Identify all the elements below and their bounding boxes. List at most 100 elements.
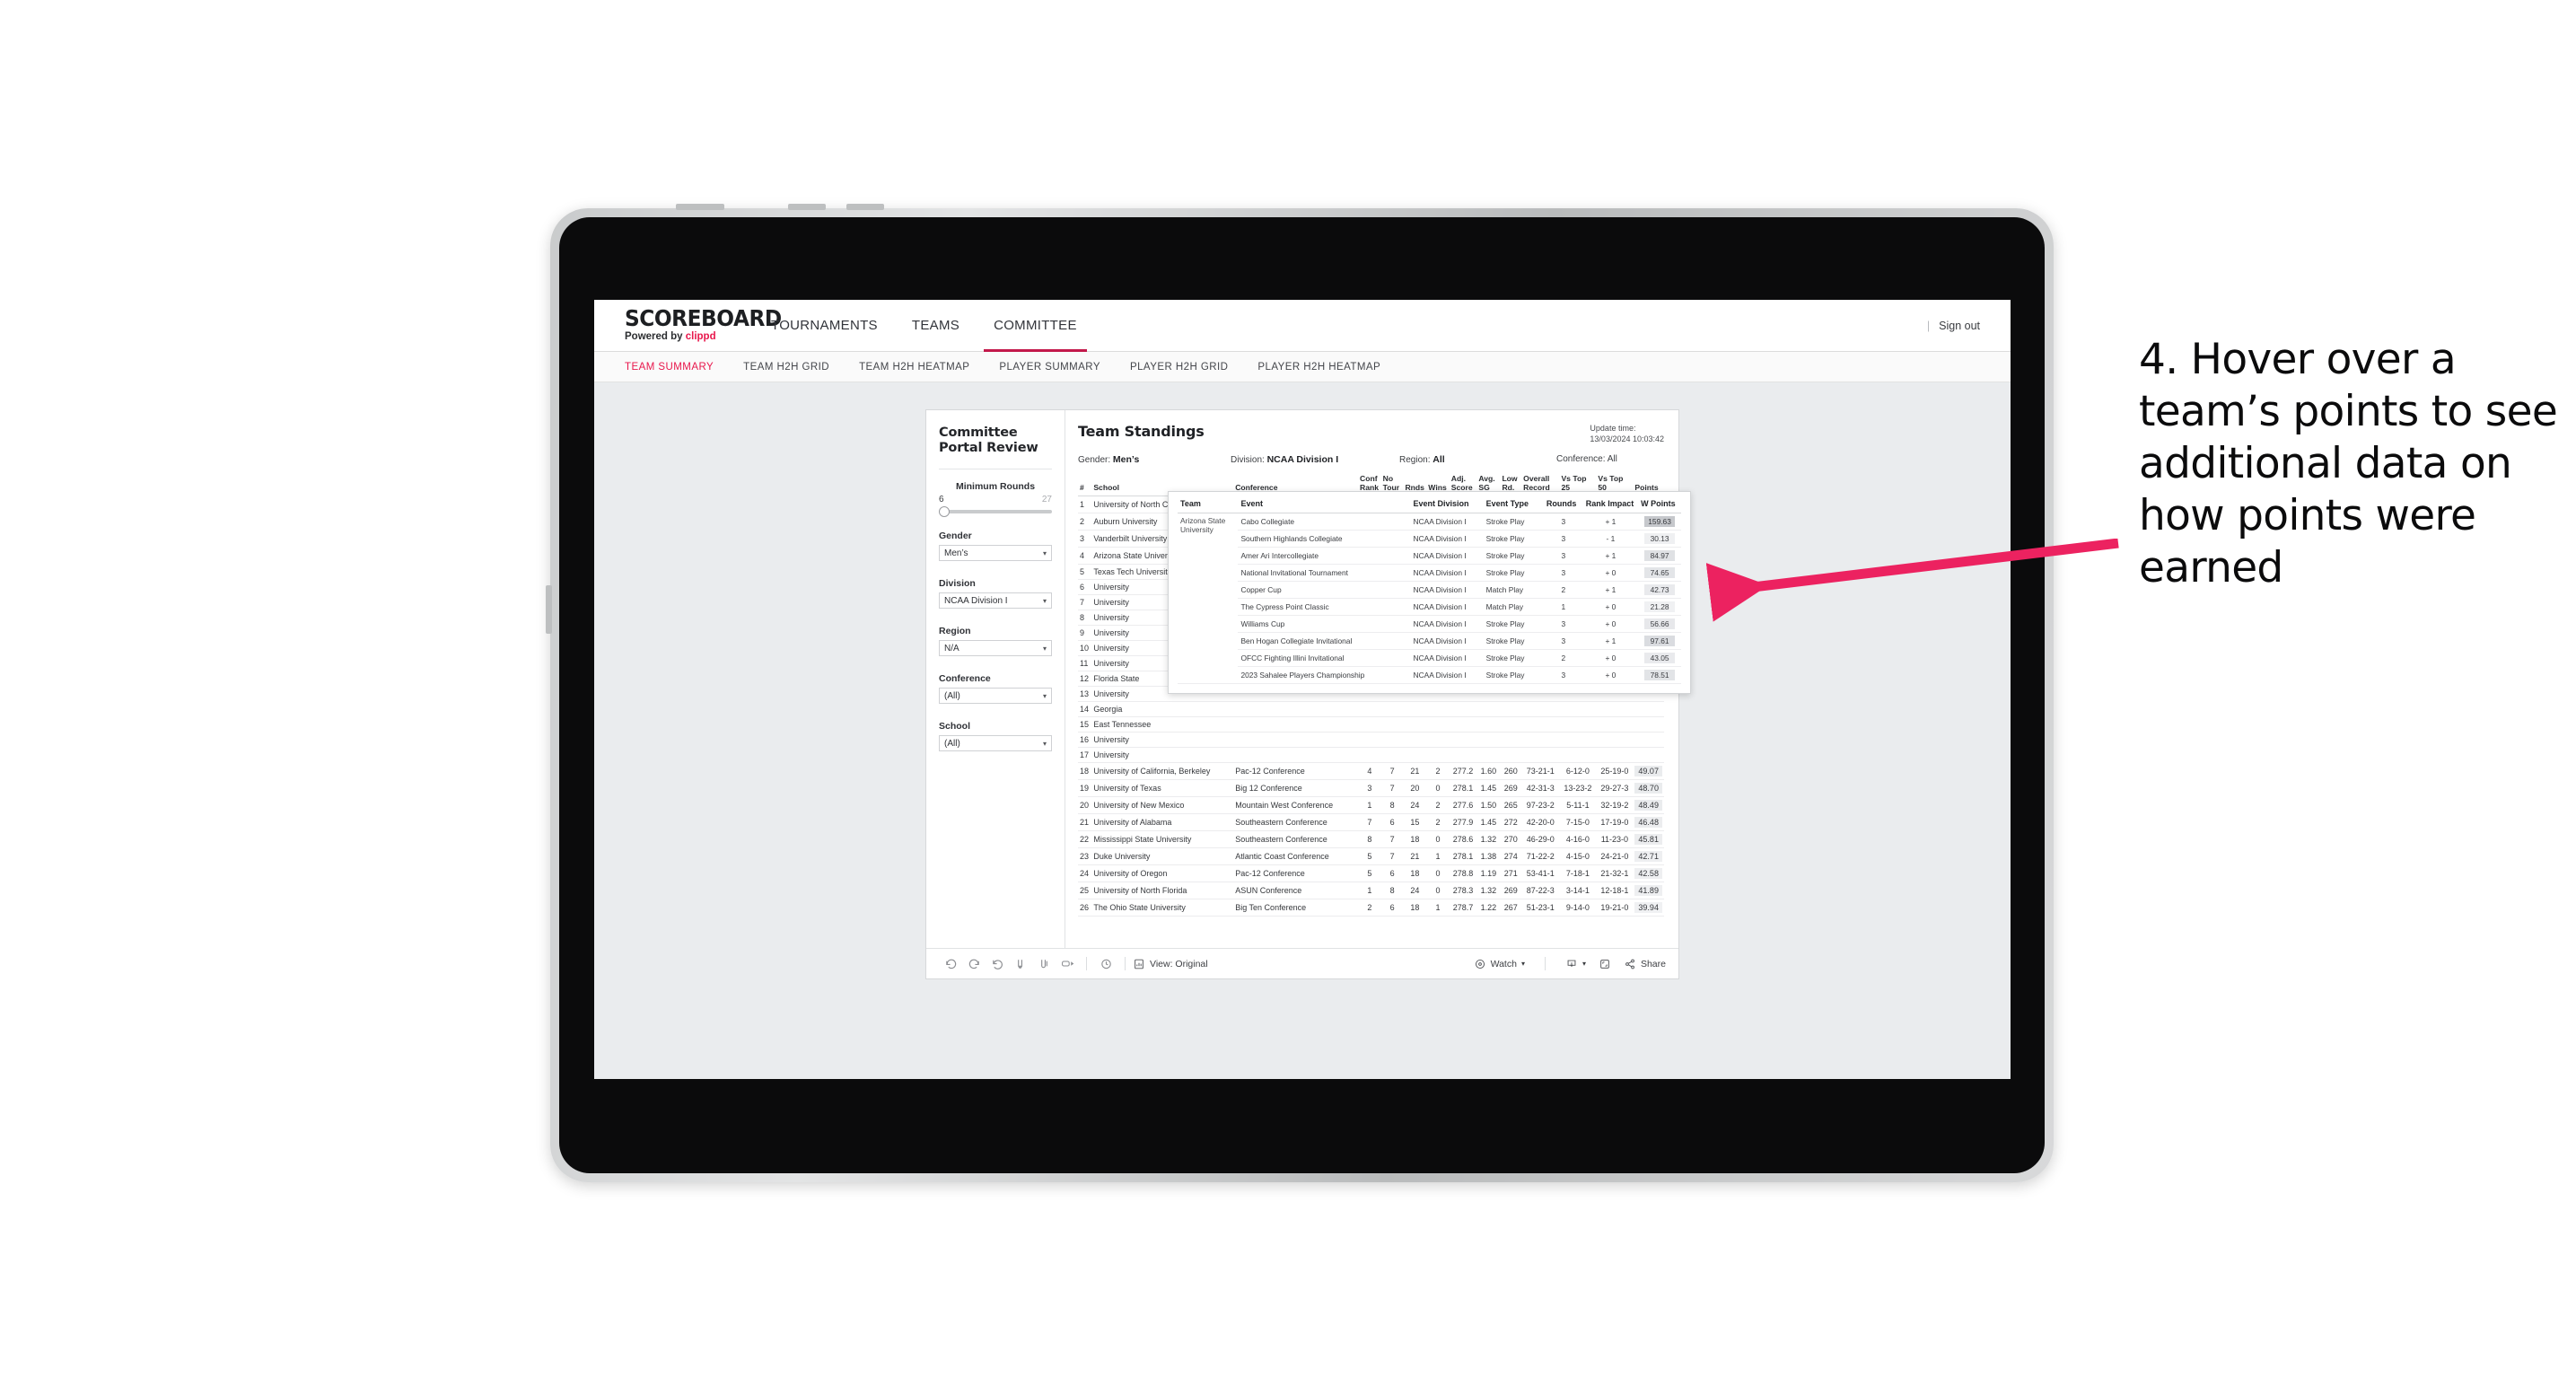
cell-t50 bbox=[1596, 716, 1634, 732]
cell-notour: 6 bbox=[1380, 864, 1404, 882]
brand-logo[interactable]: SCOREBOARD Powered by clippd bbox=[594, 300, 782, 351]
points-value[interactable]: 48.70 bbox=[1634, 783, 1662, 794]
points-value[interactable]: 48.49 bbox=[1634, 800, 1662, 811]
tooltip-wpoints-value: 56.66 bbox=[1644, 618, 1676, 629]
tooltip-cell-rounds: 3 bbox=[1543, 513, 1583, 531]
points-value[interactable]: 49.07 bbox=[1634, 766, 1662, 776]
cell-pts[interactable] bbox=[1633, 716, 1664, 732]
table-row[interactable]: 23 Duke University Atlantic Coast Conferen… bbox=[1078, 847, 1664, 865]
tooltip-row: Ben Hogan Collegiate Invitational NCAA Di… bbox=[1178, 632, 1681, 650]
cell-pts[interactable]: 42.58 bbox=[1633, 864, 1664, 882]
cell-conf bbox=[1233, 701, 1359, 717]
cell-rec: 46-29-0 bbox=[1521, 830, 1560, 848]
power-button[interactable] bbox=[676, 204, 724, 210]
undo-icon[interactable] bbox=[939, 957, 962, 970]
points-value[interactable]: 39.94 bbox=[1634, 902, 1662, 913]
subtab-team-h2h-heatmap[interactable]: TEAM H2H HEATMAP bbox=[859, 362, 969, 373]
top-navigation-bar: SCOREBOARD Powered by clippd TOURNAMENTS… bbox=[594, 300, 2011, 352]
subtab-team-h2h-grid[interactable]: TEAM H2H GRID bbox=[743, 362, 829, 373]
pause-updates-icon[interactable] bbox=[1032, 957, 1056, 970]
side-button[interactable] bbox=[546, 585, 552, 634]
cell-pts[interactable]: 48.70 bbox=[1633, 779, 1664, 797]
highlight-icon[interactable] bbox=[1056, 957, 1079, 970]
sidebar-title-line2: Portal Review bbox=[939, 441, 1038, 455]
subtab-player-h2h-heatmap[interactable]: PLAYER H2H HEATMAP bbox=[1257, 362, 1380, 373]
table-row[interactable]: 26 The Ohio State University Big Ten Confe… bbox=[1078, 899, 1664, 917]
cell-pts[interactable] bbox=[1633, 747, 1664, 763]
cell-pts[interactable]: 42.71 bbox=[1633, 847, 1664, 865]
cell-conf bbox=[1233, 716, 1359, 732]
cell-low bbox=[1500, 716, 1522, 732]
chevron-down-icon: ▾ bbox=[1520, 960, 1525, 968]
redo-icon[interactable] bbox=[962, 957, 986, 970]
subtab-player-summary[interactable]: PLAYER SUMMARY bbox=[999, 362, 1100, 373]
region-select[interactable]: N/A ▾ bbox=[939, 640, 1052, 656]
table-row[interactable]: 25 University of North Florida ASUN Confer… bbox=[1078, 882, 1664, 899]
watch-button[interactable]: Watch ▾ bbox=[1474, 958, 1525, 970]
cell-t50: 21-32-1 bbox=[1596, 864, 1634, 882]
school-select[interactable]: (All) ▾ bbox=[939, 735, 1052, 751]
subtab-team-summary[interactable]: TEAM SUMMARY bbox=[625, 362, 714, 373]
points-value[interactable]: 42.58 bbox=[1634, 868, 1662, 879]
points-value[interactable]: 45.81 bbox=[1634, 834, 1662, 845]
table-row[interactable]: 24 University of Oregon Pac-12 Conference 5… bbox=[1078, 864, 1664, 882]
cell-notour: 6 bbox=[1380, 813, 1404, 831]
tooltip-cell-rounds: 2 bbox=[1543, 649, 1583, 667]
table-row[interactable]: 17 University bbox=[1078, 747, 1664, 763]
refresh-icon[interactable] bbox=[1009, 957, 1032, 970]
cell-pts[interactable]: 48.49 bbox=[1633, 796, 1664, 814]
table-row[interactable]: 21 University of Alabama Southeastern Conf… bbox=[1078, 813, 1664, 831]
min-rounds-slider-handle[interactable] bbox=[939, 506, 950, 517]
cell-pts[interactable]: 45.81 bbox=[1633, 830, 1664, 848]
fullscreen-button[interactable] bbox=[1599, 958, 1611, 970]
points-value[interactable]: 42.71 bbox=[1634, 851, 1662, 862]
volume-up-button[interactable] bbox=[788, 204, 826, 210]
download-button[interactable]: ▾ bbox=[1565, 958, 1586, 970]
table-row[interactable]: 18 University of California, Berkeley Pac-… bbox=[1078, 762, 1664, 780]
nav-tab-tournaments[interactable]: TOURNAMENTS bbox=[754, 300, 895, 351]
view-original-button[interactable]: View: Original bbox=[1133, 958, 1208, 970]
cell-pts[interactable]: 49.07 bbox=[1633, 762, 1664, 780]
min-rounds-slider[interactable] bbox=[939, 506, 1052, 517]
division-select[interactable]: NCAA Division I ▾ bbox=[939, 592, 1052, 609]
filter-summary-division-label: Division: bbox=[1231, 455, 1265, 465]
cell-low bbox=[1500, 701, 1522, 717]
volume-down-button[interactable] bbox=[846, 204, 884, 210]
cell-pts[interactable]: 46.48 bbox=[1633, 813, 1664, 831]
cell-t50: 17-19-0 bbox=[1596, 813, 1634, 831]
cell-wins bbox=[1426, 701, 1450, 717]
tooltip-cell-type: Stroke Play bbox=[1483, 666, 1544, 684]
cell-pts[interactable]: 39.94 bbox=[1633, 899, 1664, 917]
tooltip-cell-impact: + 0 bbox=[1582, 649, 1639, 667]
cell-conf: Atlantic Coast Conference bbox=[1233, 847, 1359, 865]
table-row[interactable]: 14 Georgia bbox=[1078, 701, 1664, 717]
cell-school: University of California, Berkeley bbox=[1091, 762, 1234, 780]
nav-tab-committee[interactable]: COMMITTEE bbox=[977, 300, 1094, 352]
cell-pts[interactable] bbox=[1633, 732, 1664, 748]
table-row[interactable]: 19 University of Texas Big 12 Conference 3 7… bbox=[1078, 779, 1664, 797]
cell-t50: 24-21-0 bbox=[1596, 847, 1634, 865]
table-row[interactable]: 22 Mississippi State University Southeaste… bbox=[1078, 830, 1664, 848]
subtab-player-h2h-grid[interactable]: PLAYER H2H GRID bbox=[1130, 362, 1228, 373]
table-row[interactable]: 15 East Tennessee bbox=[1078, 716, 1664, 732]
table-row[interactable]: 16 University bbox=[1078, 732, 1664, 748]
tooltip-wpoints-value: 84.97 bbox=[1644, 550, 1676, 561]
tooltip-cell-type: Stroke Play bbox=[1483, 530, 1544, 548]
cell-pts[interactable]: 41.89 bbox=[1633, 882, 1664, 899]
nav-tab-teams[interactable]: TEAMS bbox=[895, 300, 977, 351]
revert-icon[interactable] bbox=[986, 957, 1009, 970]
points-value[interactable]: 46.48 bbox=[1634, 817, 1662, 828]
points-value[interactable]: 41.89 bbox=[1634, 885, 1662, 896]
col-rank[interactable]: # bbox=[1078, 475, 1092, 496]
conference-select[interactable]: (All) ▾ bbox=[939, 688, 1052, 704]
tooltip-cell-rounds: 3 bbox=[1543, 530, 1583, 548]
cell-pts[interactable] bbox=[1633, 701, 1664, 717]
signout-link[interactable]: Sign out bbox=[1939, 320, 1980, 332]
cell-n: 11 bbox=[1078, 655, 1092, 671]
tooltip-cell-event: Cabo Collegiate bbox=[1238, 513, 1411, 531]
share-button[interactable]: Share bbox=[1624, 958, 1666, 970]
gender-select[interactable]: Men’s ▾ bbox=[939, 545, 1052, 561]
toolbar-divider bbox=[1086, 957, 1087, 970]
stopwatch-icon[interactable] bbox=[1094, 957, 1117, 970]
table-row[interactable]: 20 University of New Mexico Mountain West … bbox=[1078, 796, 1664, 814]
